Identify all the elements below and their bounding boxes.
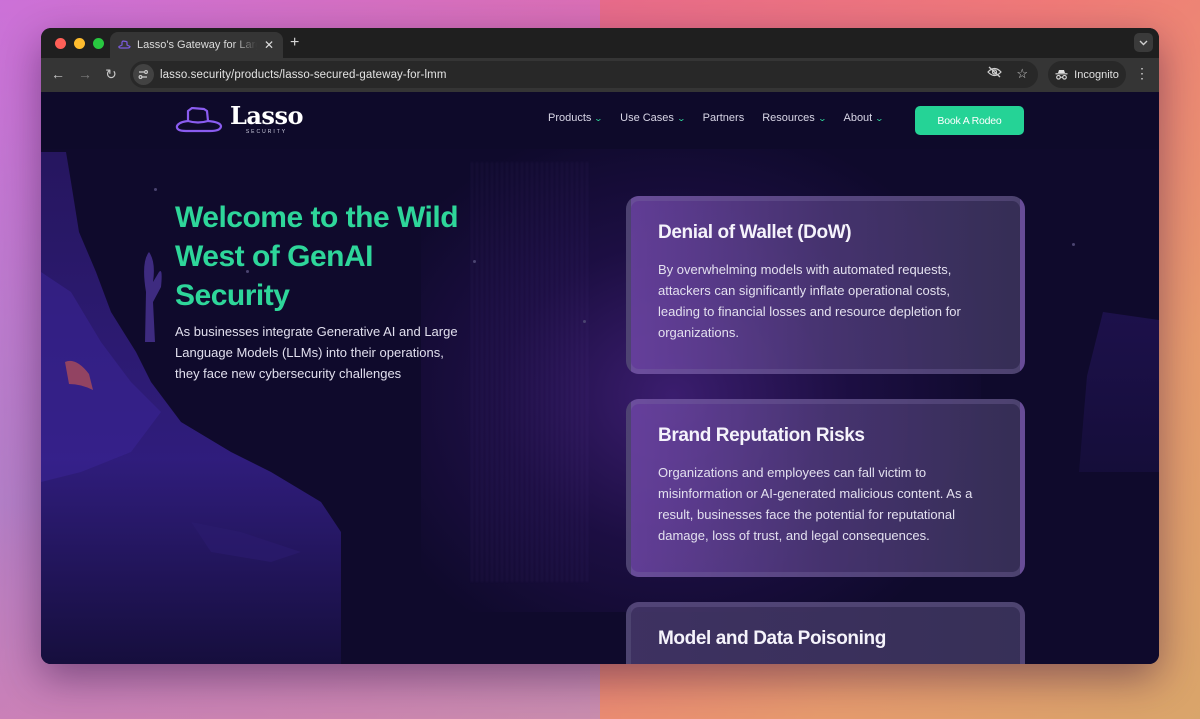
lasso-hat-icon — [118, 40, 131, 50]
tab-search-dropdown-button[interactable] — [1134, 33, 1153, 52]
nav-label: Use Cases — [620, 112, 674, 124]
chevron-down-icon: ⌄ — [817, 113, 827, 123]
nav-item-partners[interactable]: Partners — [703, 112, 745, 124]
reload-button[interactable]: ↻ — [102, 66, 120, 83]
browser-tab-active[interactable]: Lasso's Gateway for Large Language Model… — [110, 32, 283, 58]
browser-window: Lasso's Gateway for Large Language Model… — [41, 28, 1159, 664]
nav-label: Products — [548, 112, 592, 124]
address-bar[interactable]: lasso.security/products/lasso-secured-ga… — [130, 61, 1038, 88]
incognito-icon — [1055, 70, 1068, 80]
profile-label: Incognito — [1074, 68, 1119, 81]
cactus-illustration — [144, 252, 162, 342]
cowboy-hat-icon — [175, 106, 223, 132]
close-window-button[interactable] — [55, 38, 66, 49]
bookmark-star-icon[interactable]: ☆ — [1016, 66, 1028, 82]
card-title: Brand Reputation Risks — [658, 425, 865, 446]
browser-toolbar: ← → ↻ lasso.security/products/lasso-secu… — [41, 58, 1159, 92]
site-header: Lasso SECURITY Products ⌄ Use Cases ⌄ Pa… — [41, 92, 1159, 149]
chevron-down-icon — [1139, 40, 1148, 45]
star-dot — [154, 188, 157, 191]
incognito-profile-button[interactable]: Incognito — [1048, 61, 1126, 88]
card-body: Organizations and employees can fall vic… — [658, 465, 973, 543]
risk-card: Denial of Wallet (DoW) By overwhelming m… — [626, 196, 1025, 374]
web-page: Lasso SECURITY Products ⌄ Use Cases ⌄ Pa… — [41, 92, 1159, 664]
window-controls — [55, 38, 104, 49]
nav-item-resources[interactable]: Resources ⌄ — [762, 112, 827, 124]
card-body: By overwhelming models with automated re… — [658, 262, 961, 340]
star-dot — [1072, 243, 1075, 246]
logo-wordmark: Lasso SECURITY — [230, 101, 303, 136]
card-title: Model and Data Poisoning — [658, 628, 886, 649]
nav-item-use-cases[interactable]: Use Cases ⌄ — [620, 112, 686, 124]
forward-button[interactable]: → — [76, 66, 94, 82]
tab-title: Lasso's Gateway for Large Language Model… — [137, 39, 257, 51]
site-info-icon[interactable] — [133, 64, 154, 85]
chevron-down-icon: ⌄ — [594, 113, 604, 123]
nav-item-products[interactable]: Products ⌄ — [548, 112, 604, 124]
nav-label: Resources — [762, 112, 815, 124]
maximize-window-button[interactable] — [93, 38, 104, 49]
logo-tagline: SECURITY — [245, 129, 288, 135]
main-nav: Products ⌄ Use Cases ⌄ Partners Resource… — [548, 112, 885, 124]
card-title: Denial of Wallet (DoW) — [658, 222, 852, 243]
close-tab-icon[interactable]: ✕ — [263, 38, 275, 52]
logo-name: Lasso — [230, 101, 303, 130]
risk-card: Brand Reputation Risks Organizations and… — [626, 399, 1025, 577]
chevron-down-icon: ⌄ — [874, 113, 885, 123]
browser-menu-button[interactable]: ⋮ — [1135, 65, 1149, 82]
chevron-down-icon: ⌄ — [676, 113, 686, 123]
hero-description: As businesses integrate Generative AI an… — [175, 324, 458, 381]
url-text[interactable]: lasso.security/products/lasso-secured-ga… — [160, 69, 447, 81]
right-rock-illustration — [1079, 312, 1159, 472]
lasso-logo[interactable]: Lasso SECURITY — [174, 104, 303, 135]
new-tab-button[interactable]: + — [290, 34, 299, 52]
risk-card: Model and Data Poisoning — [626, 602, 1025, 664]
back-button[interactable]: ← — [49, 66, 67, 82]
book-a-rodeo-button[interactable]: Book A Rodeo — [915, 106, 1024, 135]
nav-item-about[interactable]: About ⌄ — [843, 112, 885, 124]
nav-label: Partners — [702, 112, 745, 124]
tab-strip: Lasso's Gateway for Large Language Model… — [41, 28, 1159, 58]
nav-label: About — [843, 112, 873, 124]
minimize-window-button[interactable] — [74, 38, 85, 49]
hero-title: Welcome to the Wild West of GenAI Securi… — [175, 201, 459, 312]
star-dot — [583, 320, 586, 323]
eye-off-icon[interactable] — [987, 66, 1002, 81]
